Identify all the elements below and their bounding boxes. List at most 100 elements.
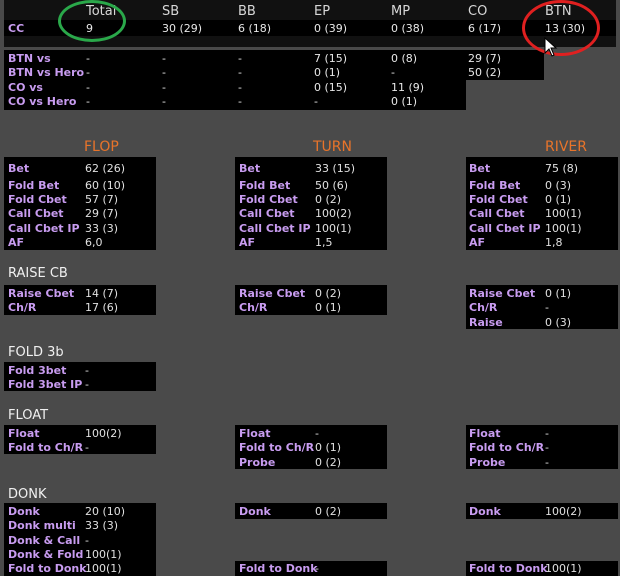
turn-cbet-value: 33 (15) — [315, 162, 356, 175]
float-value: - — [545, 441, 549, 454]
float-label: Float — [469, 427, 501, 440]
vs-row-label: CO vs Hero — [8, 95, 77, 108]
raise-label: Raise Cbet — [239, 287, 306, 300]
float-label: Probe — [469, 456, 506, 469]
flop-cbet-value: 33 (3) — [85, 222, 119, 235]
float-value: - — [545, 456, 549, 469]
cc-row-label: CC — [8, 22, 25, 35]
river-cbet-value: 1,8 — [545, 236, 563, 249]
raise-label: Raise Cbet — [469, 287, 536, 300]
raise-label: Ch/R — [469, 301, 498, 314]
float-label: Fold to Ch/R — [8, 441, 84, 454]
section-title-donk: DONK — [8, 487, 47, 502]
vs-cell: 29 (7) — [468, 52, 502, 65]
turn-cbet-value: 1,5 — [315, 236, 333, 249]
raise-value: - — [545, 301, 549, 314]
raise-label: Raise Cbet — [8, 287, 75, 300]
fold3b-value: - — [85, 378, 89, 391]
col-header-ep[interactable]: EP — [314, 4, 330, 19]
green-highlight-circle — [58, 0, 126, 42]
float-label: Fold to Ch/R — [469, 441, 545, 454]
flop-cbet-value: 60 (10) — [85, 179, 126, 192]
street-header-turn: TURN — [313, 139, 352, 155]
cbet-label: Call Cbet — [8, 207, 64, 220]
vs-cell: - — [391, 66, 395, 79]
float-value: - — [85, 441, 89, 454]
raise-value: 0 (1) — [545, 287, 572, 300]
raise-value: 17 (6) — [85, 301, 119, 314]
donk-label: Donk multi — [8, 519, 76, 532]
vs-row-label: BTN vs — [8, 52, 51, 65]
donk-label: Donk & Call — [8, 534, 81, 547]
vs-cell: - — [86, 66, 90, 79]
cbet-label: Fold Cbet — [469, 193, 528, 206]
vs-cell: 0 (1) — [391, 95, 418, 108]
cbet-label: Fold Bet — [239, 179, 291, 192]
vs-cell: - — [86, 52, 90, 65]
vs-cell: - — [238, 95, 242, 108]
col-header-sb[interactable]: SB — [162, 4, 179, 19]
river-cbet-value: 0 (3) — [545, 179, 572, 192]
cbet-label: Call Cbet IP — [469, 222, 541, 235]
cc-co: 6 (17) — [468, 22, 502, 35]
fold3b-value: - — [85, 364, 89, 377]
raise-label: Ch/R — [239, 301, 268, 314]
donk-label: Fold to Donk — [469, 562, 548, 575]
cc-ep: 0 (39) — [314, 22, 348, 35]
flop-cbet-value: 57 (7) — [85, 193, 119, 206]
cc-mp: 0 (38) — [391, 22, 425, 35]
vs-cell: - — [86, 81, 90, 94]
raise-value: 0 (2) — [315, 287, 342, 300]
raise-value: 14 (7) — [85, 287, 119, 300]
col-header-mp[interactable]: MP — [391, 4, 410, 19]
vs-cell: - — [162, 66, 166, 79]
vs-cell: 11 (9) — [391, 81, 425, 94]
fold3b-label: Fold 3bet IP — [8, 378, 83, 391]
vs-cell: 0 (15) — [314, 81, 348, 94]
col-header-co[interactable]: CO — [468, 4, 487, 19]
donk-value: 33 (3) — [85, 519, 119, 532]
fold3b-label: Fold 3bet — [8, 364, 67, 377]
float-label: Fold to Ch/R — [239, 441, 315, 454]
raise-label: Raise — [469, 316, 503, 329]
river-cbet-value: 100(1) — [545, 222, 582, 235]
donk-value: 100(1) — [85, 562, 122, 575]
flop-cbet-value: 6,0 — [85, 236, 103, 249]
donk-label: Fold to Donk — [239, 562, 318, 575]
cbet-label: Call Cbet — [469, 207, 525, 220]
donk-value: 100(1) — [545, 562, 582, 575]
vs-cell: 50 (2) — [468, 66, 502, 79]
float-value: 0 (2) — [315, 456, 342, 469]
vs-cell: - — [162, 52, 166, 65]
red-highlight-circle — [522, 0, 600, 56]
cbet-label: Bet — [8, 162, 30, 175]
cbet-label: Call Cbet IP — [8, 222, 80, 235]
flop-cbet-value: 62 (26) — [85, 162, 126, 175]
river-cbet-value: 100(1) — [545, 207, 582, 220]
donk-value: 20 (10) — [85, 505, 126, 518]
donk-label: Donk — [8, 505, 40, 518]
cbet-label: Fold Cbet — [8, 193, 67, 206]
float-label: Float — [239, 427, 271, 440]
vs-cell: 7 (15) — [314, 52, 348, 65]
float-value: - — [545, 427, 549, 440]
turn-cbet-value: 50 (6) — [315, 179, 349, 192]
vs-row-label: BTN vs Hero — [8, 66, 85, 79]
cbet-label: Fold Bet — [8, 179, 60, 192]
cbet-label: AF — [469, 236, 486, 249]
vs-cell: - — [162, 95, 166, 108]
cc-sb: 30 (29) — [162, 22, 203, 35]
raise-value: 0 (3) — [545, 316, 572, 329]
donk-value: - — [85, 534, 89, 547]
cc-bb: 6 (18) — [238, 22, 272, 35]
donk-value: 100(2) — [545, 505, 582, 518]
col-header-bb[interactable]: BB — [238, 4, 256, 19]
section-title-raise-cb: RAISE CB — [8, 266, 68, 281]
cbet-label: Bet — [469, 162, 491, 175]
donk-label: Fold to Donk — [8, 562, 87, 575]
float-value: 100(2) — [85, 427, 122, 440]
turn-cbet-value: 100(1) — [315, 222, 352, 235]
float-value: 0 (1) — [315, 441, 342, 454]
cbet-label: Bet — [239, 162, 261, 175]
donk-value: 100(1) — [85, 548, 122, 561]
